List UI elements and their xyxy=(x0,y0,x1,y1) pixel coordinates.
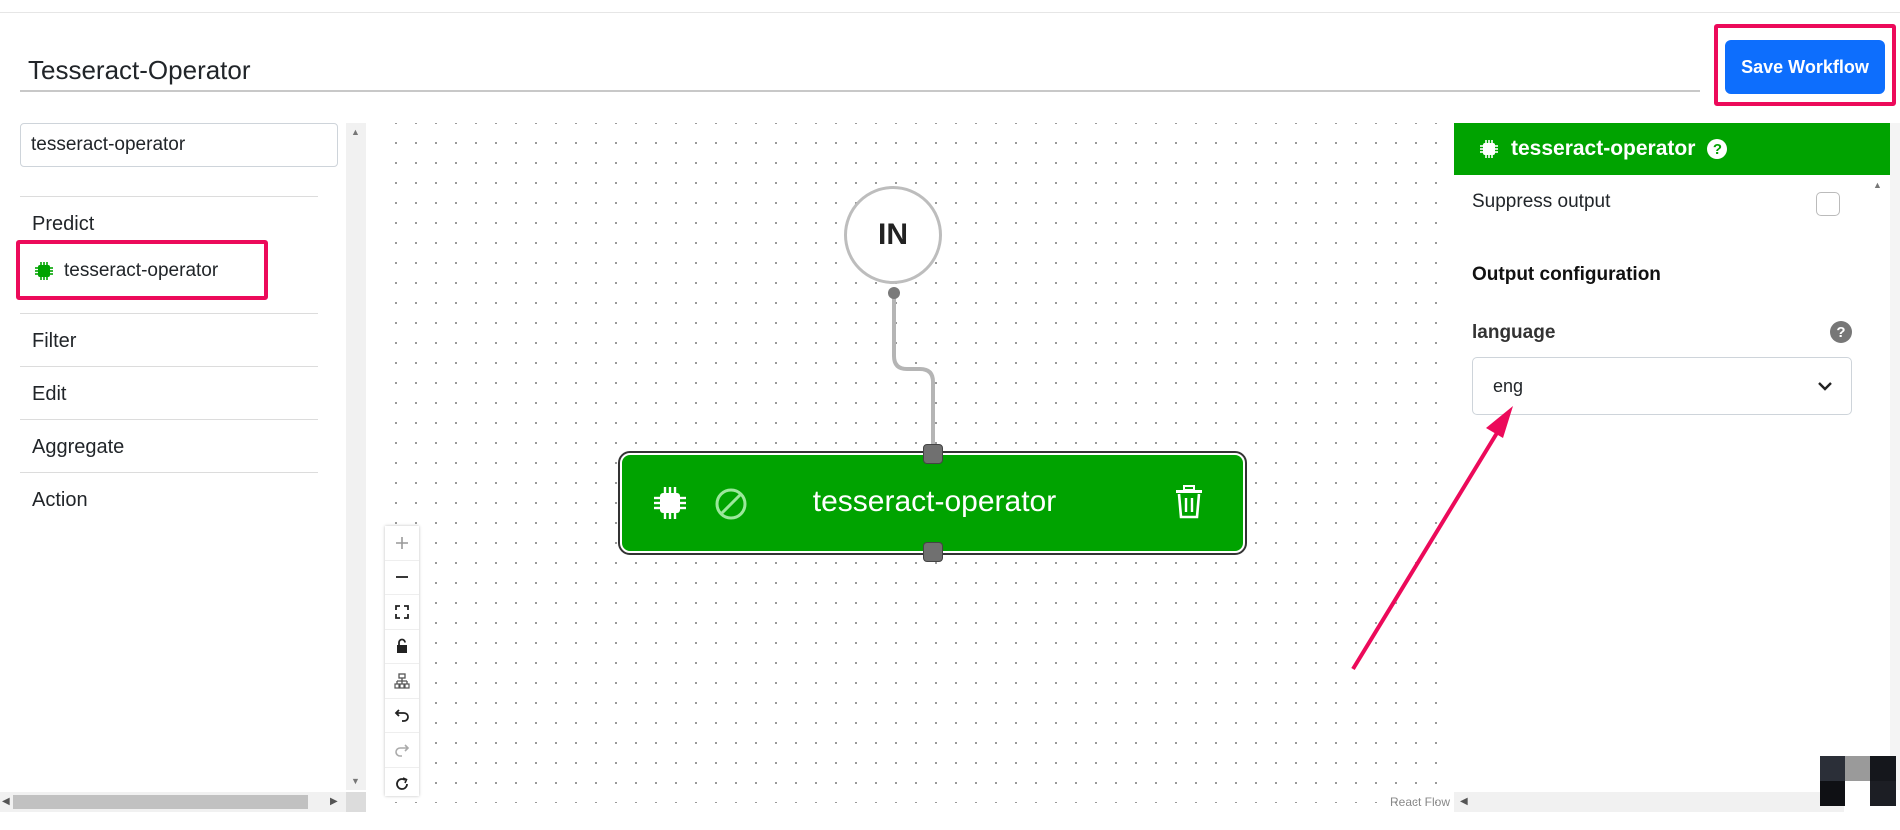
zoom-out-button[interactable] xyxy=(385,561,419,595)
input-node[interactable]: IN xyxy=(844,186,942,284)
scroll-left-arrow[interactable]: ◀ xyxy=(1460,796,1468,807)
workflow-title-input[interactable]: Tesseract-Operator xyxy=(20,48,1700,92)
fit-view-button[interactable] xyxy=(385,595,419,630)
suppress-output-checkbox[interactable] xyxy=(1816,192,1840,216)
lock-icon xyxy=(397,638,407,654)
panel-title: tesseract-operator xyxy=(1511,137,1696,160)
undo-icon xyxy=(394,709,409,723)
operator-node-label: tesseract-operator xyxy=(812,485,1057,518)
lock-button[interactable] xyxy=(385,630,419,664)
language-label: language xyxy=(1472,322,1556,343)
top-divider xyxy=(0,12,1900,13)
panel-horizontal-scrollbar[interactable]: ◀ xyxy=(1454,792,1844,812)
sidebar-vertical-scrollbar[interactable]: ▲ ▼ xyxy=(346,123,366,790)
operator-panel-header: tesseract-operator ? xyxy=(1454,123,1890,175)
pixelated-overlay-graphic xyxy=(1820,756,1896,806)
redo-button[interactable] xyxy=(385,733,419,768)
help-icon[interactable]: ? xyxy=(1707,139,1728,159)
panel-vertical-scrollbar[interactable] xyxy=(1890,123,1900,790)
sidebar-divider xyxy=(20,419,318,420)
scroll-left-arrow[interactable]: ◀ xyxy=(2,796,10,807)
scroll-up-arrow[interactable]: ▲ xyxy=(351,127,360,137)
operator-node[interactable]: tesseract-operator xyxy=(618,451,1247,555)
panel-scroll-up-arrow[interactable]: ▲ xyxy=(1873,180,1882,190)
react-flow-attribution[interactable]: React Flow xyxy=(1390,795,1450,809)
sidebar-group-aggregate[interactable]: Aggregate xyxy=(32,436,124,459)
sidebar-group-predict[interactable]: Predict xyxy=(32,213,94,236)
canvas-controls xyxy=(385,526,419,796)
reset-button[interactable] xyxy=(385,768,419,802)
sitemap-icon xyxy=(394,673,410,689)
minus-icon xyxy=(396,576,408,579)
redo-icon xyxy=(395,744,410,757)
scroll-right-arrow[interactable]: ▶ xyxy=(330,796,338,807)
scroll-down-arrow[interactable]: ▼ xyxy=(351,776,360,786)
scrollbar-corner xyxy=(346,792,366,812)
sidebar-group-action[interactable]: Action xyxy=(32,489,88,512)
sidebar-item-tesseract-operator[interactable]: tesseract-operator xyxy=(34,256,218,286)
auto-layout-button[interactable] xyxy=(385,664,419,699)
undo-button[interactable] xyxy=(385,699,419,733)
input-node-handle[interactable] xyxy=(888,287,900,299)
plus-icon xyxy=(396,536,408,549)
sidebar-divider xyxy=(20,196,318,197)
language-select[interactable]: eng xyxy=(1472,357,1852,415)
zoom-in-button[interactable] xyxy=(385,526,419,561)
refresh-icon xyxy=(396,777,408,791)
suppress-output-label: Suppress output xyxy=(1472,191,1611,212)
operator-search-input[interactable] xyxy=(20,123,338,167)
save-workflow-button[interactable]: Save Workflow xyxy=(1725,40,1885,94)
operator-output-handle[interactable] xyxy=(923,542,943,562)
language-help-icon[interactable]: ? xyxy=(1830,321,1852,343)
chip-icon xyxy=(1480,140,1498,158)
sidebar-divider xyxy=(20,366,318,367)
trash-icon[interactable] xyxy=(1174,485,1204,519)
output-configuration-title: Output configuration xyxy=(1472,264,1661,285)
sidebar-divider xyxy=(20,472,318,473)
input-node-label: IN xyxy=(878,218,908,251)
sidebar-group-filter[interactable]: Filter xyxy=(32,330,76,353)
language-select-value: eng xyxy=(1493,375,1524,396)
chip-icon xyxy=(35,262,53,280)
scrollbar-thumb[interactable] xyxy=(13,795,308,809)
sidebar-item-label: tesseract-operator xyxy=(64,260,219,281)
sidebar-horizontal-scrollbar[interactable]: ◀ ▶ xyxy=(0,792,346,812)
chevron-down-icon xyxy=(1818,382,1832,391)
operator-input-handle[interactable] xyxy=(923,444,943,464)
sidebar-divider xyxy=(20,313,318,314)
sidebar-group-edit[interactable]: Edit xyxy=(32,383,66,406)
fit-view-icon xyxy=(395,604,409,619)
